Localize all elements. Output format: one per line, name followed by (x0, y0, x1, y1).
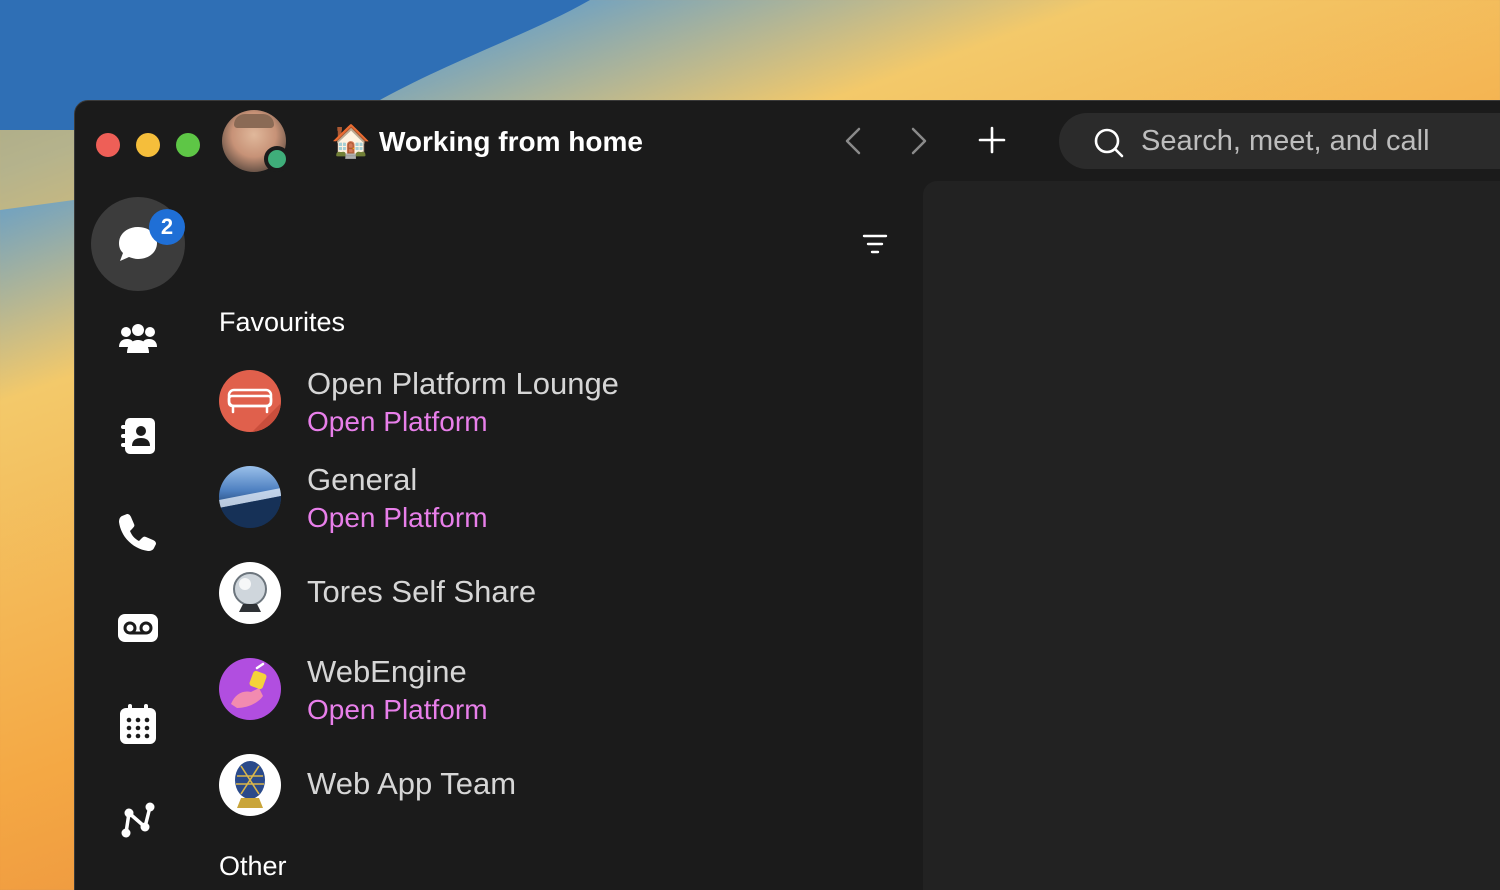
search-input[interactable] (1141, 121, 1500, 161)
list-item[interactable]: WebEngine Open Platform (219, 654, 859, 747)
space-name: Open Platform Lounge (307, 366, 619, 401)
new-plus-icon[interactable] (975, 123, 1009, 157)
space-name: General (307, 462, 418, 497)
sofa-icon (219, 370, 281, 432)
rail-item-voicemail[interactable] (91, 581, 185, 675)
content-pane (923, 181, 1500, 890)
space-team: Open Platform (307, 406, 488, 437)
back-arrow-icon[interactable] (839, 125, 869, 157)
space-team: Open Platform (307, 502, 488, 533)
rail-item-contacts[interactable] (91, 389, 185, 483)
presence-indicator (264, 146, 290, 172)
space-name: Tores Self Share (307, 574, 537, 609)
section-title-other: Other (219, 851, 287, 881)
crystal-ball-image (219, 562, 281, 624)
filter-icon[interactable] (860, 231, 890, 257)
space-name: WebEngine (307, 654, 467, 689)
rail-item-messaging[interactable]: 2 (91, 197, 185, 291)
teams-icon (119, 324, 157, 353)
search-icon (1094, 128, 1124, 158)
close-window-button[interactable] (96, 133, 120, 157)
avatar-hair (234, 114, 274, 128)
title-bar: 🏠 Working from home (75, 101, 1500, 181)
space-name: Web App Team (307, 766, 517, 801)
unicorn-image (219, 658, 281, 720)
search-bar[interactable] (1059, 113, 1500, 169)
minimize-window-button[interactable] (136, 133, 160, 157)
faberge-egg-image (219, 754, 281, 816)
forward-arrow-icon[interactable] (903, 125, 933, 157)
space-team: Open Platform (307, 694, 488, 725)
list-item[interactable]: Open Platform Lounge Open Platform (219, 366, 859, 459)
rail-item-calls[interactable] (91, 485, 185, 579)
spaces-list: Favourites Open Platform Lounge Open Pla… (205, 181, 925, 890)
rail-item-calendar[interactable] (91, 677, 185, 771)
maximize-window-button[interactable] (176, 133, 200, 157)
house-icon: 🏠 (331, 122, 371, 160)
unread-badge: 2 (149, 209, 185, 245)
contacts-icon (121, 418, 155, 454)
phone-icon (119, 514, 156, 551)
list-item[interactable]: Tores Self Share (219, 561, 859, 651)
ocean-image (219, 466, 281, 528)
navigation-rail: 2 (75, 181, 205, 890)
calendar-icon (120, 704, 156, 744)
section-title-favourites: Favourites (219, 307, 346, 337)
list-item[interactable]: Web App Team (219, 753, 859, 843)
status-message[interactable]: Working from home (379, 123, 643, 161)
user-avatar[interactable] (222, 110, 290, 172)
list-item[interactable]: General Open Platform (219, 462, 859, 555)
app-window: 🏠 Working from home 2 (74, 100, 1500, 890)
voicemail-icon (118, 614, 158, 642)
workflow-icon (121, 802, 155, 838)
rail-item-teams[interactable] (91, 293, 185, 387)
rail-item-workflows[interactable] (91, 773, 185, 867)
